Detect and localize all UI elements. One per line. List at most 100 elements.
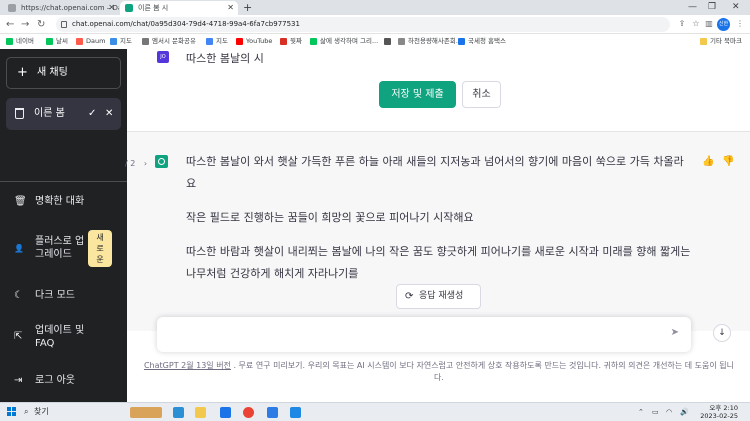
profile-avatar[interactable]: 신한: [717, 18, 730, 31]
bookmark-item[interactable]: YouTube: [236, 34, 272, 49]
bookmark-icon: [310, 38, 317, 45]
url-text: chat.openai.com/chat/0a95d304-79d4-4718-…: [72, 20, 300, 28]
search-icon: ⌕: [24, 407, 29, 416]
bookmark-item[interactable]: 삶에 생각하며 그리...: [310, 34, 378, 49]
bookmark-icon: [76, 38, 83, 45]
save-submit-button[interactable]: 저장 및 제출: [379, 81, 456, 108]
bookmark-icon: [6, 38, 13, 45]
wifi-icon[interactable]: ◠: [666, 408, 672, 416]
new-chat-label: 새 채팅: [37, 67, 68, 78]
bookmark-star-icon[interactable]: ☆: [690, 18, 702, 30]
chat-title: 이른 봄: [34, 108, 65, 119]
bookmark-item[interactable]: 뭣짜: [280, 34, 302, 49]
bookmark-item[interactable]: Daum: [76, 34, 105, 49]
tab-title: 이른 봄 시: [138, 4, 169, 12]
refresh-icon: ⟳: [405, 291, 414, 302]
share-icon[interactable]: ⇪: [676, 18, 688, 30]
browser-tab-daum[interactable]: https://chat.openai.com – Daum ✕: [3, 1, 119, 15]
file-explorer-icon[interactable]: [195, 407, 206, 418]
close-tab-icon[interactable]: ✕: [108, 1, 115, 15]
taskbar-search[interactable]: ⌕ 찾기: [24, 406, 49, 418]
search-highlight-image[interactable]: [130, 407, 162, 418]
plus-icon: +: [17, 65, 28, 80]
chevron-right-icon[interactable]: ›: [144, 159, 147, 168]
windows-start-icon[interactable]: [7, 407, 17, 417]
bookmark-icon: [46, 38, 53, 45]
new-tab-button[interactable]: +: [243, 0, 252, 15]
dark-mode-button[interactable]: ☾ 다크 모드: [14, 289, 75, 302]
sidepanel-icon[interactable]: ▥: [703, 18, 715, 30]
regenerate-button[interactable]: ⟳ 응답 재생성: [396, 284, 481, 309]
settings-icon[interactable]: [267, 407, 278, 418]
logout-button[interactable]: ⇥ 로그 아웃: [14, 374, 75, 387]
thumbs-up-icon[interactable]: 👍: [702, 156, 714, 167]
folder-icon: [700, 38, 707, 45]
youtube-icon: [236, 38, 243, 45]
back-icon[interactable]: ←: [6, 17, 14, 32]
close-tab-icon[interactable]: ✕: [227, 1, 234, 15]
forward-icon[interactable]: →: [21, 17, 29, 32]
bookmark-icon: [398, 38, 405, 45]
chat-main: JO 따스한 봄날의 시 저장 및 제출 취소 / 2 › 따스한 봄날이 와서…: [125, 49, 750, 402]
user-icon: 👤: [14, 244, 24, 253]
tray-chevron-icon[interactable]: ⌃: [638, 408, 644, 416]
bookmark-icon: [110, 38, 117, 45]
network-icon[interactable]: ▭: [652, 408, 659, 416]
other-bookmarks[interactable]: 기타 북마크: [700, 34, 742, 49]
chrome-icon[interactable]: [243, 407, 254, 418]
footer-text: . 무료 연구 미리보기. 우리의 목표는 AI 시스템이 보다 자연스럽고 안…: [233, 361, 735, 382]
tab-title: https://chat.openai.com – Daum: [21, 4, 119, 12]
chat-history-item[interactable]: 이른 봄 ✓ ✕: [6, 98, 121, 130]
bookmark-icon: [142, 38, 149, 45]
reload-icon[interactable]: ↻: [37, 17, 45, 32]
upgrade-plus-button[interactable]: 👤 플러스로 업 그레이드: [14, 235, 84, 261]
bookmark-item[interactable]: 지도: [110, 34, 132, 49]
trash-icon[interactable]: [15, 108, 24, 119]
user-message-edit[interactable]: 따스한 봄날의 시: [186, 50, 264, 66]
scroll-down-icon[interactable]: ↓: [713, 324, 731, 342]
assistant-answer: 따스한 봄날이 와서 햇살 가득한 푸른 하늘 아래 새들의 지저농과 넘어서의…: [186, 151, 691, 297]
windows-taskbar: ⌕ 찾기 ⌃ ▭ ◠ 🔊 오후 2:10 2023-02-25: [0, 402, 750, 421]
menu-dots-icon[interactable]: ⋮: [734, 18, 746, 30]
chatgpt-favicon-icon: [125, 4, 133, 12]
send-icon[interactable]: ➤: [671, 327, 679, 338]
url-field[interactable]: chat.openai.com/chat/0a95d304-79d4-4718-…: [56, 17, 670, 32]
bookmark-icon: [280, 38, 287, 45]
new-chat-button[interactable]: + 새 채팅: [6, 57, 121, 89]
todo-icon[interactable]: [290, 407, 301, 418]
user-message-row: JO 따스한 봄날의 시 저장 및 제출 취소: [127, 49, 750, 131]
lock-icon: [61, 21, 67, 28]
prompt-input[interactable]: ➤: [157, 317, 691, 352]
minimize-icon[interactable]: —: [688, 0, 697, 15]
sidebar: + 새 채팅 이른 봄 ✓ ✕ 🗑 명확한 대화 👤 플러스로 업 그레이드 새…: [0, 49, 127, 402]
app-icon[interactable]: [220, 407, 231, 418]
cancel-x-icon[interactable]: ✕: [105, 98, 113, 130]
clear-conversations-button[interactable]: 🗑 명확한 대화: [14, 195, 84, 208]
address-bar-row: ← → ↻ chat.openai.com/chat/0a95d304-79d4…: [0, 15, 750, 34]
taskbar-clock[interactable]: 오후 2:10 2023-02-25: [693, 404, 738, 420]
bookmark-item[interactable]: 네이버: [6, 34, 34, 49]
close-window-icon[interactable]: ✕: [732, 0, 740, 15]
volume-icon[interactable]: 🔊: [680, 408, 689, 416]
maximize-icon[interactable]: ❐: [708, 0, 716, 15]
bookmarks-bar: 네이버 날씨 Daum 지도 엠서시 문화공유 지도 YouTube 뭣짜 삶에…: [0, 34, 750, 49]
version-link[interactable]: ChatGPT 2월 13일 버전: [144, 361, 231, 370]
bookmark-item[interactable]: 날씨: [46, 34, 68, 49]
response-pager[interactable]: / 2 ›: [125, 159, 147, 168]
thumbs-down-icon[interactable]: 👎: [722, 156, 734, 167]
browser-tab-active[interactable]: 이른 봄 시 ✕: [120, 1, 238, 15]
bookmark-item[interactable]: 지도: [206, 34, 228, 49]
confirm-check-icon[interactable]: ✓: [88, 98, 96, 130]
bookmark-item[interactable]: 국세청 홈택스: [458, 34, 506, 49]
moon-icon: ☾: [14, 290, 23, 301]
trash-icon: 🗑: [14, 196, 27, 207]
bookmark-item[interactable]: 하천용량해사존회...: [398, 34, 462, 49]
answer-paragraph: 작은 필드로 진행하는 꿈들이 희망의 꽃으로 피어나기 시작해요: [186, 211, 474, 224]
cancel-button[interactable]: 취소: [462, 81, 501, 108]
bookmark-item[interactable]: 엠서시 문화공유: [142, 34, 196, 49]
screen: https://chat.openai.com – Daum ✕ 이른 봄 시 …: [0, 0, 750, 421]
edge-icon[interactable]: [173, 407, 184, 418]
bookmark-icon: [384, 38, 391, 45]
user-avatar: JO: [157, 51, 169, 63]
updates-faq-link[interactable]: ⇱ 업데이트 및 FAQ: [14, 324, 84, 350]
